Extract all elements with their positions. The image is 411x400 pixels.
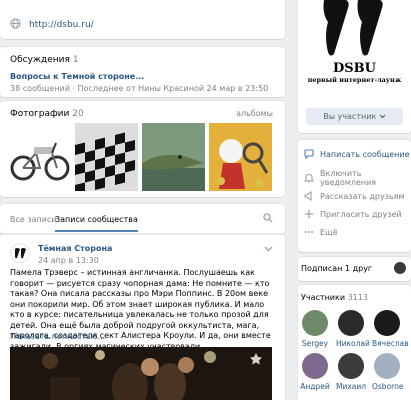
site-link[interactable]: http://dsbu.ru/ (29, 20, 94, 30)
member-name: Михаил (336, 382, 367, 391)
photos-card: Фотографии 20 альбомы (0, 101, 285, 197)
member-item[interactable]: Андрей (300, 353, 330, 391)
member-status-button[interactable]: Вы участник (306, 108, 403, 125)
chevron-down-icon (379, 114, 386, 119)
message-icon (304, 149, 314, 159)
tab-all-posts[interactable]: Все записи (10, 215, 57, 224)
community-brand: DSBU (333, 61, 376, 76)
member-name: Sergey (301, 339, 329, 348)
photo-thumb-crocodile[interactable] (142, 123, 205, 191)
photo-thumb-checkered-flag[interactable] (75, 123, 138, 191)
post-author-avatar[interactable] (10, 243, 30, 263)
post-date[interactable]: 24 апр в 13:30 (38, 256, 99, 265)
chevron-down-icon[interactable] (264, 245, 273, 255)
friends-subscribed-card[interactable]: Подписан 1 друг (298, 257, 411, 281)
more-actions[interactable]: Ещё (298, 223, 411, 241)
megaphone-icon (304, 191, 314, 201)
albums-link[interactable]: альбомы (236, 109, 273, 118)
invite-friends-label: Пригласить друзей (320, 209, 402, 219)
post-image[interactable] (10, 347, 272, 400)
search-icon[interactable] (263, 213, 273, 226)
friend-avatar[interactable] (394, 262, 406, 274)
photos-title: Фотографии (10, 109, 70, 119)
share-with-friends-action[interactable]: Рассказать друзьям (298, 187, 411, 205)
member-name: Osborne (372, 382, 404, 391)
community-actions-menu: Написать сообщение Включить уведомления … (298, 140, 411, 252)
member-item[interactable]: Osborne (372, 353, 404, 391)
bell-icon (304, 173, 314, 183)
member-status-label: Вы участник (323, 112, 377, 121)
member-avatar (338, 353, 364, 379)
discussion-topic-meta: 38 сообщений · Последнее от Нины Красино… (10, 84, 269, 93)
member-item[interactable]: Михаил (336, 353, 366, 391)
link-card: http://dsbu.ru/ (0, 0, 285, 39)
discussions-header[interactable]: Обсуждения 1 (10, 55, 79, 65)
members-count: 3113 (347, 293, 368, 302)
send-message-action[interactable]: Написать сообщение (298, 145, 411, 163)
member-item[interactable]: Sergey (300, 310, 330, 348)
discussions-card: Обсуждения 1 Вопросы к Темной стороне...… (0, 47, 285, 97)
member-avatar (302, 310, 328, 336)
globe-icon (10, 18, 21, 32)
photo-thumb-bike[interactable] (8, 123, 71, 191)
photos-count: 20 (72, 109, 84, 119)
members-card: Участники 3113 Sergey Николай Вячеслав А… (298, 285, 411, 400)
send-message-label: Написать сообщение (320, 149, 410, 159)
site-link-row[interactable]: http://dsbu.ru/ (10, 18, 94, 32)
invite-friends-action[interactable]: Пригласить друзей (298, 205, 411, 223)
community-cover-card: DSBU первый интернет-лаунж Вы участник (298, 0, 411, 133)
discussions-count: 1 (72, 55, 79, 65)
discussion-topic-link[interactable]: Вопросы к Темной стороне... (10, 72, 144, 81)
more-actions-label: Ещё (320, 227, 338, 237)
photos-header[interactable]: Фотографии 20 (10, 109, 84, 119)
post-author-name[interactable]: Тёмная Сторона (38, 244, 112, 253)
member-avatar (374, 353, 400, 379)
members-title: Участники (301, 293, 346, 302)
member-avatar (302, 353, 328, 379)
add-user-icon (304, 209, 314, 219)
community-logo (320, 0, 390, 61)
member-avatar (374, 310, 400, 336)
show-more-link[interactable]: Показать полностью... (10, 332, 105, 341)
wall-tabs: Все записи Записи сообщества (0, 204, 285, 234)
member-name: Вячеслав (372, 339, 409, 348)
friends-subscribed-text: Подписан 1 друг (301, 264, 373, 273)
member-name: Андрей (300, 382, 330, 391)
member-avatar (338, 310, 364, 336)
discussions-title: Обсуждения (10, 55, 70, 65)
member-item[interactable]: Вячеслав (372, 310, 409, 348)
photo-thumb-cartoon[interactable] (209, 123, 272, 191)
member-item[interactable]: Николай (336, 310, 370, 348)
enable-notifications-label: Включить уведомления (320, 169, 377, 187)
community-slogan: первый интернет-лаунж (307, 76, 402, 84)
member-name: Николай (336, 339, 370, 348)
share-with-friends-label: Рассказать друзьям (320, 191, 405, 201)
more-icon (304, 227, 314, 237)
members-header[interactable]: Участники 3113 (301, 293, 368, 302)
enable-notifications-action[interactable]: Включить уведомления (298, 169, 411, 187)
tab-community-posts[interactable]: Записи сообщества (55, 215, 138, 232)
wall-post: Тёмная Сторона 24 апр в 13:30 Памела Трэ… (0, 234, 285, 400)
